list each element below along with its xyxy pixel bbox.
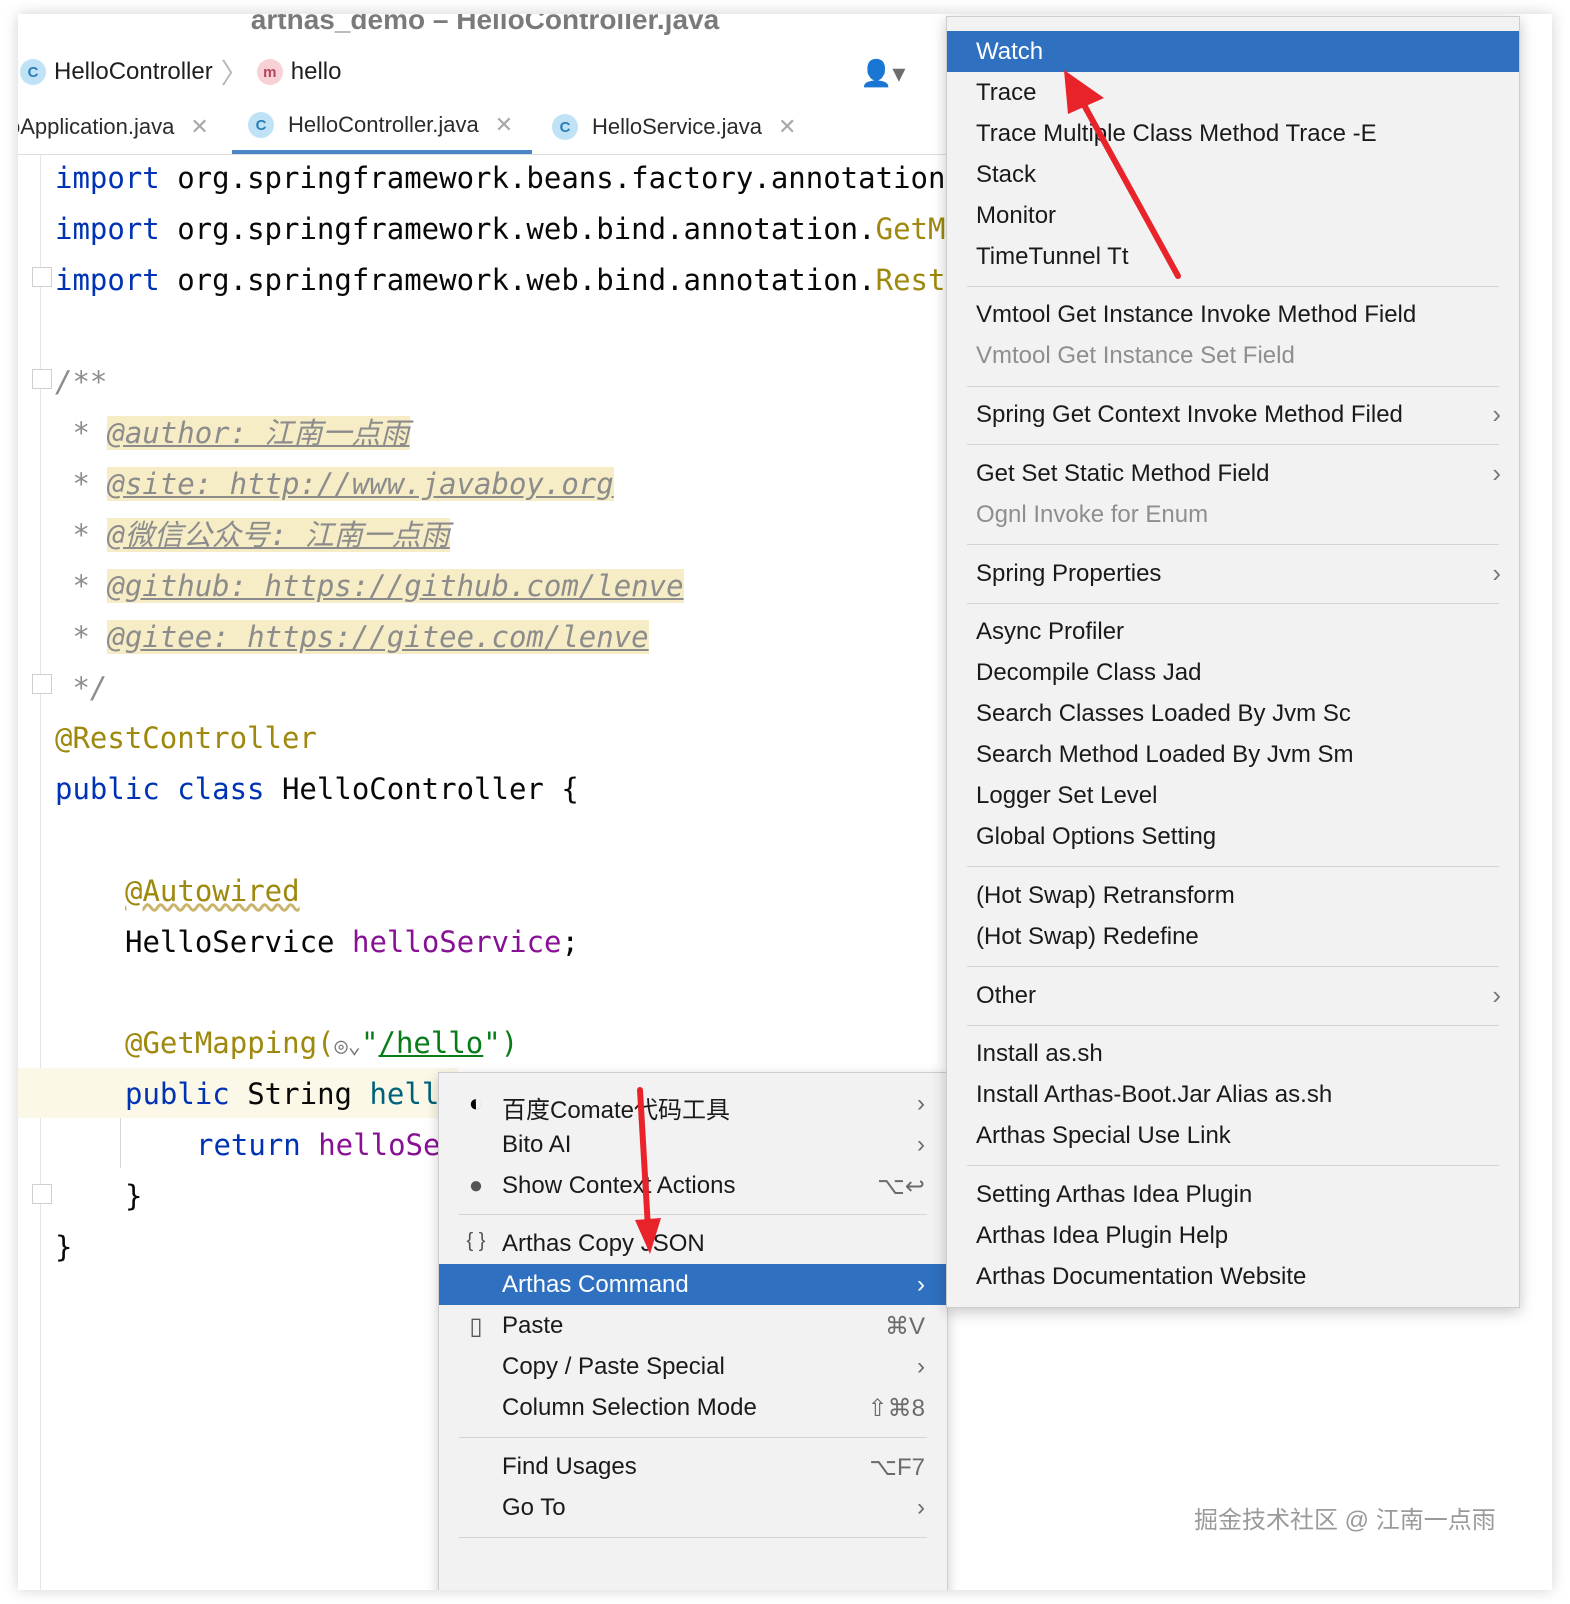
annotation-arrows	[635, 70, 1181, 1254]
ide-window: arthas_demo – HelloController.java C Hel…	[18, 14, 1552, 1590]
arrow-to-watch	[1064, 70, 1181, 279]
arrow-to-arthas-command	[635, 1087, 661, 1254]
